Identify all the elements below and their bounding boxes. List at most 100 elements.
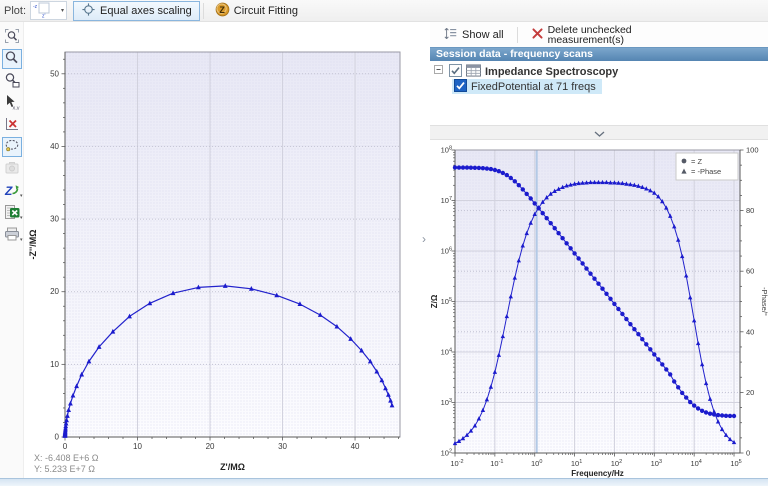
svg-text:102: 102 [441, 449, 452, 458]
measurement-checkbox[interactable] [449, 64, 462, 80]
svg-text:105: 105 [441, 297, 452, 306]
svg-text:-z: -z [33, 4, 38, 10]
svg-text:101: 101 [571, 459, 582, 468]
zoom-icon [4, 50, 20, 69]
delete-icon [531, 27, 544, 43]
zoom-region-icon [4, 72, 20, 91]
cursor-y-readout: Y: 5.233 E+7 Ω [34, 464, 99, 475]
svg-text:Z/Ω: Z/Ω [430, 294, 439, 308]
svg-text:Frequency/Hz: Frequency/Hz [571, 469, 623, 478]
svg-text:10: 10 [50, 360, 59, 369]
show-all-label: Show all [462, 29, 504, 41]
equal-axes-label: Equal axes scaling [100, 5, 192, 17]
svg-text:100: 100 [746, 146, 759, 155]
screenshot-button[interactable] [2, 159, 22, 179]
equal-axes-scaling-button[interactable]: Equal axes scaling [73, 1, 200, 21]
lasso-select-icon [4, 138, 20, 157]
plot-tools-toolbar: x,y Z ▾ ▾ ▾ [0, 22, 24, 478]
print-button[interactable]: ▾ [2, 225, 22, 245]
nyquist-plot-type-icon: -z z' [33, 1, 51, 21]
tree-item[interactable]: FixedPotential at 71 freqs [430, 79, 768, 94]
tree-item[interactable]: Impedance Spectroscopy [430, 64, 768, 79]
tree-item-label[interactable]: Impedance Spectroscopy [485, 66, 618, 78]
point-xy-button[interactable]: x,y [2, 93, 22, 113]
bode-panel: 10-210-110010110210310410510210310410510… [430, 140, 768, 478]
svg-text:-Z''/MΩ: -Z''/MΩ [28, 230, 38, 260]
excel-export-button[interactable]: ▾ [2, 203, 22, 223]
chevron-down-icon[interactable] [594, 124, 605, 142]
tree-item-label[interactable]: FixedPotential at 71 freqs [471, 81, 596, 93]
svg-text:40: 40 [351, 442, 360, 451]
svg-text:= Z: = Z [691, 157, 702, 166]
svg-text:10: 10 [133, 442, 142, 451]
measurement-tree: Impedance Spectroscopy FixedPotential at… [430, 61, 768, 125]
bottom-window-edge [0, 478, 768, 486]
circuit-fitting-button[interactable]: Z Circuit Fitting [207, 1, 306, 21]
svg-text:0: 0 [63, 442, 68, 451]
zoom-button[interactable] [2, 49, 22, 69]
dropdown-caret-icon[interactable]: ▾ [20, 215, 23, 221]
zoom-region-button[interactable] [2, 71, 22, 91]
cursor-readout: X: -6.408 E+6 Ω Y: 5.233 E+7 Ω [34, 453, 99, 475]
circuit-fitting-icon: Z [215, 2, 230, 20]
svg-text:30: 30 [50, 215, 59, 224]
panel-collapse-handle[interactable]: › [419, 230, 429, 248]
svg-text:z': z' [42, 13, 46, 18]
nyquist-panel: 01020304001020304050Z'/MΩ-Z''/MΩ X: -6.4… [24, 22, 428, 478]
data-panel: Show all Delete unchecked measurement(s)… [430, 22, 768, 478]
clear-marks-button[interactable] [2, 115, 22, 135]
svg-text:x,y: x,y [12, 105, 19, 110]
nyquist-plot[interactable]: 01020304001020304050Z'/MΩ-Z''/MΩ [24, 22, 428, 478]
svg-text:-Phase/°: -Phase/° [760, 287, 768, 316]
svg-text:80: 80 [746, 206, 754, 215]
tree-expander-icon[interactable] [434, 65, 444, 78]
svg-text:20: 20 [50, 287, 59, 296]
svg-text:20: 20 [206, 442, 215, 451]
excel-export-icon [4, 204, 20, 223]
zoom-fit-icon [4, 28, 20, 47]
z-export-button[interactable]: Z ▾ [2, 181, 22, 201]
delete-unchecked-button[interactable]: Delete unchecked measurement(s) [525, 24, 638, 46]
print-icon [4, 226, 20, 245]
combobox-caret-icon[interactable]: ▾ [61, 7, 64, 14]
svg-text:= -Phase: = -Phase [691, 167, 721, 176]
svg-text:0: 0 [746, 449, 750, 458]
svg-text:Z: Z [4, 184, 13, 198]
plot-type-combobox[interactable]: -z z' ▾ [30, 1, 67, 20]
svg-text:40: 40 [50, 142, 59, 151]
table-icon [466, 64, 481, 80]
svg-text:104: 104 [441, 348, 452, 357]
plot-selector-label: Plot: [4, 5, 26, 17]
dropdown-caret-icon[interactable]: ▾ [20, 193, 23, 199]
svg-text:40: 40 [746, 327, 754, 336]
svg-text:106: 106 [441, 247, 452, 256]
measurement-checkbox[interactable] [454, 79, 467, 95]
toolbar-separator [517, 27, 518, 43]
session-header: Session data - frequency scans [430, 47, 768, 61]
delete-unchecked-label: Delete unchecked measurement(s) [548, 25, 632, 45]
svg-text:Z'/MΩ: Z'/MΩ [220, 462, 245, 472]
svg-text:60: 60 [746, 267, 754, 276]
zoom-fit-button[interactable] [2, 27, 22, 47]
svg-text:105: 105 [730, 459, 741, 468]
circuit-fitting-label: Circuit Fitting [234, 5, 298, 17]
dropdown-caret-icon[interactable]: ▾ [20, 237, 23, 243]
bode-plot[interactable]: 10-210-110010110210310410510210310410510… [430, 140, 768, 478]
svg-text:30: 30 [278, 442, 287, 451]
data-panel-toolbar: Show all Delete unchecked measurement(s) [430, 22, 768, 47]
screenshot-icon [4, 160, 20, 179]
show-all-icon [444, 26, 458, 44]
svg-text:Z: Z [219, 4, 225, 14]
show-all-button[interactable]: Show all [438, 25, 510, 45]
svg-text:10-1: 10-1 [490, 459, 503, 468]
cursor-x-readout: X: -6.408 E+6 Ω [34, 453, 99, 464]
svg-text:10-2: 10-2 [450, 459, 463, 468]
svg-text:107: 107 [441, 196, 452, 205]
clear-marks-icon [4, 116, 20, 135]
svg-text:50: 50 [50, 69, 59, 78]
point-xy-icon: x,y [4, 94, 20, 113]
svg-text:103: 103 [441, 398, 452, 407]
eis-analysis-window: Plot: -z z' ▾ Equal axes scaling [0, 0, 768, 486]
tree-splitter[interactable] [430, 125, 768, 140]
lasso-select-button[interactable] [2, 137, 22, 157]
